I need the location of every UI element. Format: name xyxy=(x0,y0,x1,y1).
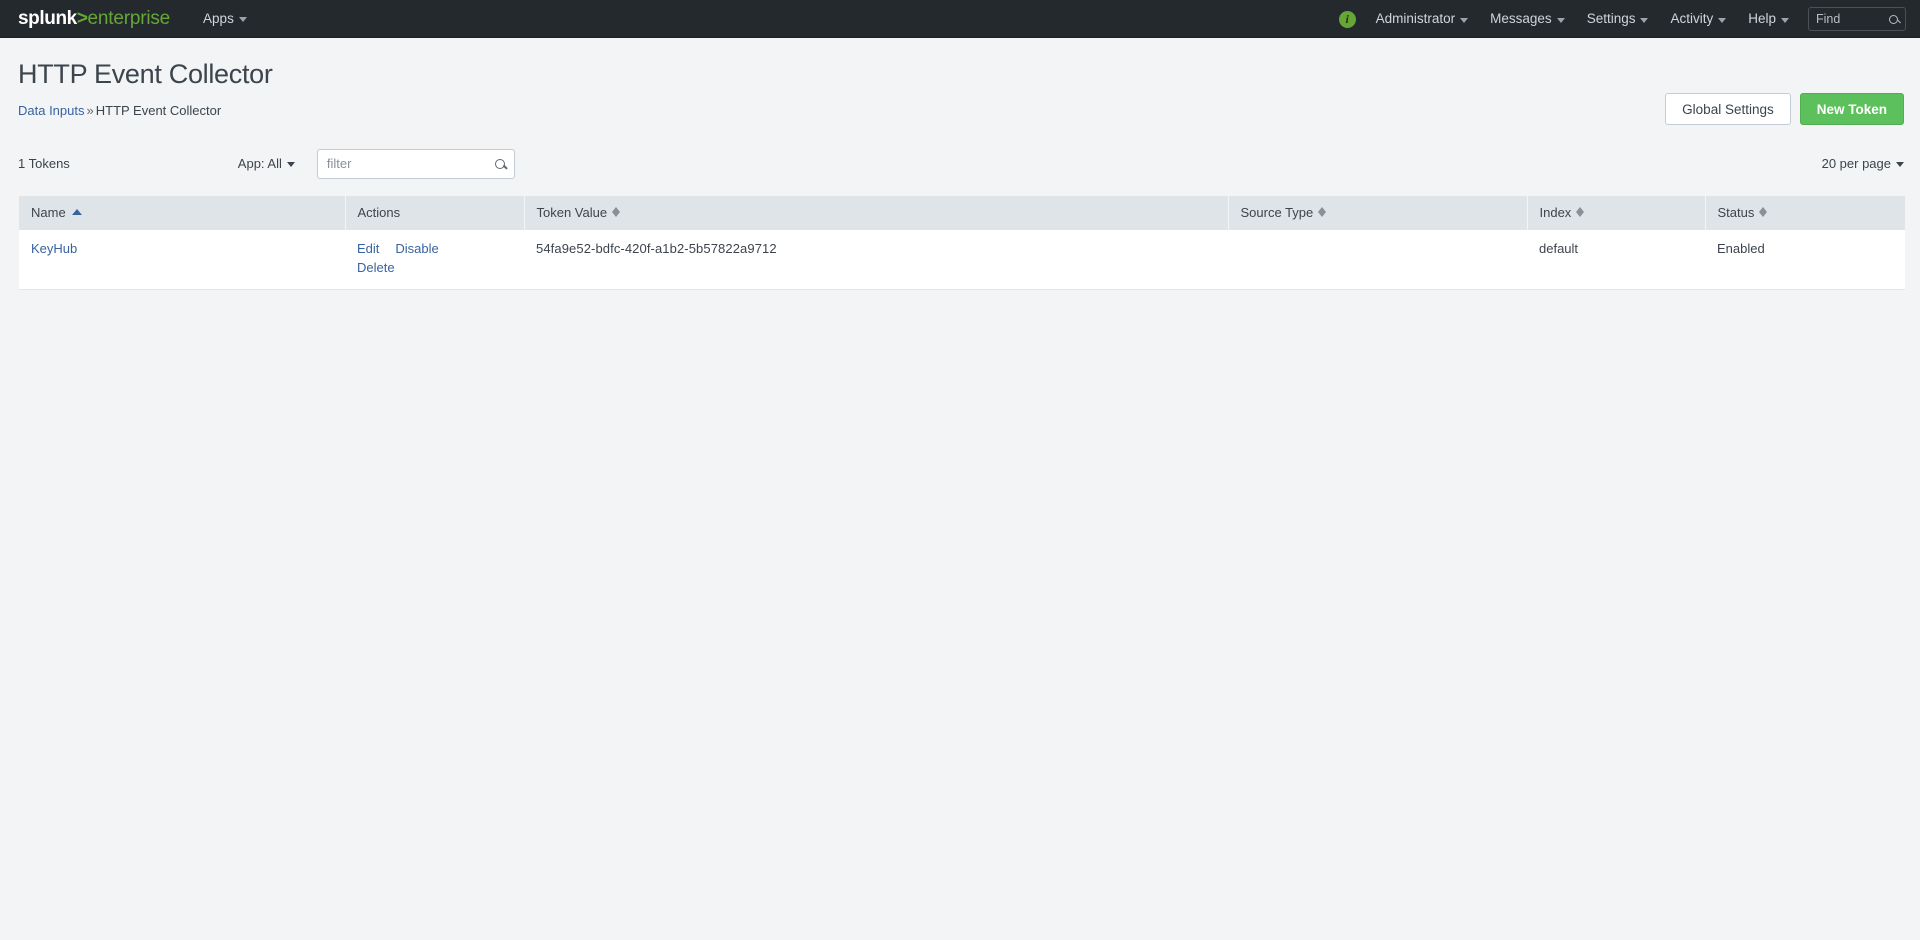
column-header-index[interactable]: Index xyxy=(1527,195,1706,230)
search-icon xyxy=(1889,14,1898,24)
chevron-down-icon xyxy=(286,162,295,168)
cell-source-type xyxy=(1228,229,1527,291)
tokens-count-label: 1 Tokens xyxy=(18,156,70,172)
topbar-right-group: i Administrator Messages Settings Activi… xyxy=(1338,0,1906,38)
topbar-left-group: splunk>enterprise Apps xyxy=(0,0,258,38)
search-icon xyxy=(494,158,505,169)
column-header-index-label: Index xyxy=(1539,205,1572,221)
page-title: HTTP Event Collector xyxy=(18,59,273,89)
breadcrumb-separator: » xyxy=(86,102,94,118)
actions-secondary-row: Delete xyxy=(357,260,512,276)
tokens-table-header: Name Actions Token Value Source Type Ind… xyxy=(19,195,1905,230)
sort-toggle-icon xyxy=(1318,206,1327,218)
cell-token-value: 54fa9e52-bdfc-420f-a1b2-5b57822a9712 xyxy=(524,229,1228,291)
tokens-table-body: KeyHub Edit Disable Delete 54fa9e52-bdfc… xyxy=(19,229,1905,291)
logo-product-text: enterprise xyxy=(87,8,171,29)
app-filter-label: App: All xyxy=(237,156,282,172)
sort-ascending-icon xyxy=(71,209,82,216)
filter-search-input[interactable]: filter xyxy=(316,148,515,179)
page-header-actions: Global Settings New Token xyxy=(1665,93,1904,125)
breadcrumb-current: HTTP Event Collector xyxy=(95,102,222,118)
chevron-down-icon xyxy=(1460,17,1469,23)
delete-token-link[interactable]: Delete xyxy=(357,260,395,275)
column-header-actions[interactable]: Actions xyxy=(345,195,525,230)
global-settings-button[interactable]: Global Settings xyxy=(1665,93,1791,125)
chevron-down-icon xyxy=(1640,17,1649,23)
cell-token-name: KeyHub xyxy=(19,229,345,291)
chevron-down-icon xyxy=(1718,17,1727,23)
nav-item-help[interactable]: Help xyxy=(1737,0,1800,38)
tokens-table: Name Actions Token Value Source Type Ind… xyxy=(19,195,1905,291)
cell-status: Enabled xyxy=(1705,229,1905,291)
chevron-down-icon xyxy=(1556,17,1565,23)
table-header-row: Name Actions Token Value Source Type Ind… xyxy=(19,195,1905,230)
cell-index: default xyxy=(1527,229,1705,291)
page-header: HTTP Event Collector Data Inputs» HTTP Ev… xyxy=(0,38,1920,125)
column-header-status-label: Status xyxy=(1717,205,1755,221)
nav-item-apps[interactable]: Apps xyxy=(192,0,258,38)
nav-item-apps-label: Apps xyxy=(203,10,234,26)
disable-token-link[interactable]: Disable xyxy=(395,241,438,257)
column-header-source-type[interactable]: Source Type xyxy=(1228,195,1528,230)
sort-toggle-icon xyxy=(1576,206,1585,218)
sort-toggle-icon xyxy=(1759,206,1768,218)
find-placeholder-label: Find xyxy=(1816,12,1841,26)
nav-item-administrator[interactable]: Administrator xyxy=(1365,0,1480,38)
cell-token-actions: Edit Disable Delete xyxy=(345,229,524,291)
table-row: KeyHub Edit Disable Delete 54fa9e52-bdfc… xyxy=(19,229,1905,291)
find-search-input[interactable]: Find xyxy=(1808,7,1906,31)
logo-chevron-glyph: > xyxy=(76,8,88,29)
per-page-dropdown[interactable]: 20 per page xyxy=(1822,156,1904,171)
nav-item-help-label: Help xyxy=(1748,11,1776,26)
app-filter-dropdown[interactable]: App: All xyxy=(238,156,295,171)
chevron-down-icon xyxy=(238,17,247,22)
nav-item-settings[interactable]: Settings xyxy=(1576,0,1660,38)
edit-token-link[interactable]: Edit xyxy=(357,241,379,257)
column-header-token-value-label: Token Value xyxy=(536,205,608,221)
column-header-source-type-label: Source Type xyxy=(1240,205,1314,221)
filter-placeholder-label: filter xyxy=(326,156,352,172)
chevron-down-icon xyxy=(1896,162,1904,168)
chevron-down-icon xyxy=(1781,17,1789,23)
nav-item-messages[interactable]: Messages xyxy=(1479,0,1576,38)
column-header-status[interactable]: Status xyxy=(1705,195,1905,230)
per-page-label: 20 per page xyxy=(1821,156,1891,172)
column-header-token-value[interactable]: Token Value xyxy=(524,195,1229,230)
new-token-button[interactable]: New Token xyxy=(1799,93,1904,125)
nav-item-settings-label: Settings xyxy=(1586,11,1636,26)
nav-item-activity-label: Activity xyxy=(1670,11,1714,26)
tokens-table-container: Name Actions Token Value Source Type Ind… xyxy=(19,195,1905,291)
token-name-link[interactable]: KeyHub xyxy=(31,241,77,256)
nav-item-messages-label: Messages xyxy=(1490,11,1552,26)
column-header-name-label: Name xyxy=(31,205,66,221)
filter-toolbar: 1 Tokens App: All filter 20 per page xyxy=(0,146,1920,182)
column-header-name[interactable]: Name xyxy=(19,195,346,230)
top-navigation-bar: splunk>enterprise Apps i Administrator M… xyxy=(0,0,1920,38)
nav-item-activity[interactable]: Activity xyxy=(1659,0,1737,38)
breadcrumb: Data Inputs» HTTP Event Collector xyxy=(18,103,1920,118)
actions-primary-row: Edit Disable xyxy=(357,241,512,257)
splunk-enterprise-logo[interactable]: splunk>enterprise xyxy=(18,9,170,28)
logo-brand-text: splunk xyxy=(18,8,77,29)
nav-item-administrator-label: Administrator xyxy=(1375,11,1456,26)
breadcrumb-link-data-inputs[interactable]: Data Inputs xyxy=(18,103,85,118)
sort-toggle-icon xyxy=(612,206,621,218)
info-icon[interactable]: i xyxy=(1338,10,1356,28)
column-header-actions-label: Actions xyxy=(357,205,401,221)
